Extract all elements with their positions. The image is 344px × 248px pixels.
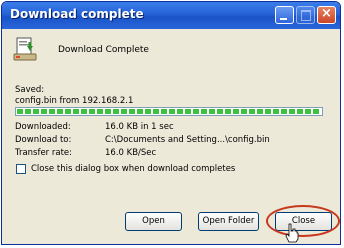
title-bar[interactable]: Download complete × <box>2 2 340 29</box>
close-when-complete-label[interactable]: Close this dialog box when download comp… <box>31 164 235 174</box>
maximize-button <box>296 6 315 24</box>
saved-file: config.bin from 192.168.2.1 <box>15 96 134 106</box>
download-progress-bar <box>15 107 323 116</box>
saved-label: Saved: <box>15 85 45 95</box>
download-to-label: Download to: <box>15 135 72 145</box>
download-to-value: C:\Documents and Setting...\config.bin <box>105 135 270 145</box>
close-window-button[interactable]: × <box>317 6 336 24</box>
download-icon <box>13 37 37 61</box>
downloaded-value: 16.0 KB in 1 sec <box>105 122 174 132</box>
progress-fill <box>17 109 321 114</box>
download-complete-dialog: Download complete × Download Complete Sa… <box>1 1 341 245</box>
window-title: Download complete <box>10 7 144 21</box>
close-button-highlight <box>266 205 340 237</box>
open-button[interactable]: Open <box>125 212 182 231</box>
open-folder-button[interactable]: Open Folder <box>198 212 259 231</box>
close-when-complete-checkbox[interactable] <box>16 164 26 174</box>
dialog-heading: Download Complete <box>58 45 149 55</box>
downloaded-label: Downloaded: <box>15 122 71 132</box>
transfer-rate-value: 16.0 KB/Sec <box>105 148 157 158</box>
hand-cursor-icon <box>285 223 299 243</box>
close-icon: × <box>321 6 332 21</box>
minimize-button[interactable] <box>275 6 294 24</box>
transfer-rate-label: Transfer rate: <box>15 148 73 158</box>
